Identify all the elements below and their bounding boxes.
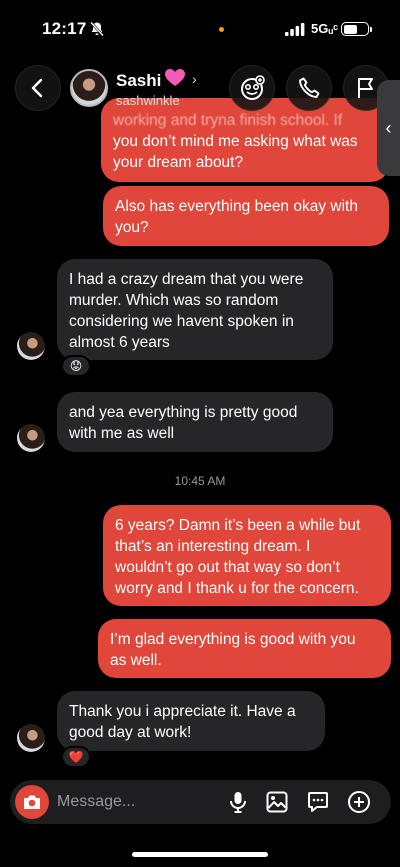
message-line: Also has everything been okay with: [115, 198, 358, 215]
message-line: wouldn’t go out that way so don’t: [115, 559, 340, 576]
home-indicator: [132, 852, 268, 857]
message-line: Thank you i appreciate it. Have a: [69, 703, 296, 720]
status-bar: 12:17 5Gᵤᶜ: [0, 0, 400, 56]
profile-chevron-icon[interactable]: ›: [192, 71, 197, 87]
message-bubble-incoming[interactable]: I had a crazy dream that you were murder…: [57, 259, 333, 360]
gallery-icon[interactable]: [265, 790, 289, 814]
message-line: you don’t mind me asking what was: [113, 133, 358, 150]
message-line: that’s an interesting dream. I: [115, 538, 311, 555]
chat-background: working and tryna finish school. If you …: [0, 0, 400, 867]
message-bubble-outgoing[interactable]: I’m glad everything is good with you as …: [98, 619, 391, 678]
contact-username[interactable]: sashwinkle: [116, 93, 180, 108]
effects-button[interactable]: [229, 65, 275, 111]
side-panel-tab[interactable]: ‹: [377, 80, 400, 176]
contact-name[interactable]: Sashi: [116, 71, 161, 91]
plus-icon[interactable]: [347, 790, 371, 814]
message-line: considering we havent spoken in: [69, 313, 294, 330]
message-bubble-incoming[interactable]: and yea everything is pretty good with m…: [57, 392, 333, 452]
message-bubble-outgoing[interactable]: Also has everything been okay with you?: [103, 186, 389, 246]
battery-icon: [341, 22, 369, 36]
message-bubble-outgoing[interactable]: 6 years? Damn it’s been a while but that…: [103, 505, 391, 606]
contact-avatar[interactable]: [17, 332, 45, 360]
back-chevron-icon: [31, 78, 43, 98]
contact-avatar[interactable]: [17, 424, 45, 452]
message-bubble-incoming[interactable]: Thank you i appreciate it. Have a good d…: [57, 691, 325, 751]
flag-icon: [358, 78, 373, 98]
battery-fill: [343, 24, 358, 34]
message-line: good day at work!: [69, 724, 192, 741]
back-button[interactable]: [15, 65, 61, 111]
message-line: I’m glad everything is good with you: [110, 631, 356, 648]
message-line: with me as well: [69, 425, 175, 442]
message-line: murder. Which was so random: [69, 292, 279, 309]
microphone-icon[interactable]: [226, 790, 250, 814]
message-line: and yea everything is pretty good: [69, 404, 298, 421]
message-composer: [10, 780, 391, 824]
dynamic-island: [137, 9, 263, 47]
message-line: 6 years? Damn it’s been a while but: [115, 517, 361, 534]
reaction-worried-emoji[interactable]: 😟: [61, 355, 91, 377]
sticker-icon[interactable]: [306, 790, 330, 814]
contact-avatar[interactable]: [17, 724, 45, 752]
message-line: almost 6 years: [69, 334, 170, 351]
voice-call-button[interactable]: [286, 65, 332, 111]
message-line: worry and I thank u for the concern.: [115, 580, 359, 597]
message-line: as well.: [110, 652, 162, 669]
privacy-indicator-dot: [219, 27, 224, 32]
message-line: you?: [115, 219, 149, 236]
camera-button[interactable]: [15, 785, 49, 819]
cellular-signal-icon: [285, 23, 305, 36]
battery-tip: [370, 27, 372, 32]
message-line: I had a crazy dream that you were: [69, 271, 304, 288]
pink-heart-emoji-icon: [165, 69, 185, 86]
message-timestamp: 10:45 AM: [174, 474, 226, 488]
contact-avatar-large[interactable]: [70, 69, 108, 107]
status-time: 12:17: [42, 19, 87, 38]
reaction-heart-emoji[interactable]: ❤️: [61, 746, 91, 768]
message-input[interactable]: [57, 789, 217, 815]
phone-icon: [299, 77, 320, 98]
network-type: 5Gᵤᶜ: [311, 21, 339, 36]
message-line: your dream about?: [113, 154, 244, 171]
camera-icon: [24, 795, 40, 809]
bell-off-icon: [90, 21, 104, 37]
chat-header: Sashi › sashwinkle: [0, 56, 400, 118]
effects-icon: [241, 75, 265, 100]
